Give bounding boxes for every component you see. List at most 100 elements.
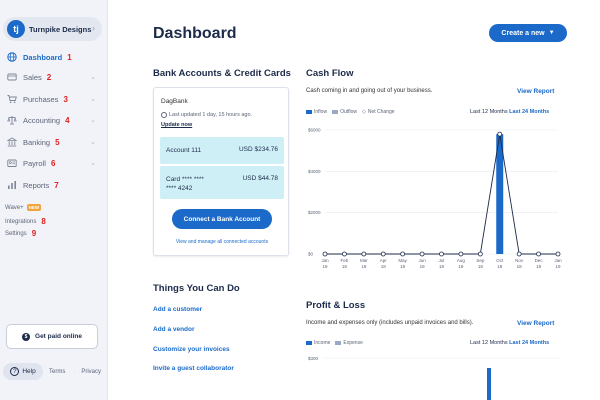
legend-inflow-label: Inflow [314, 109, 328, 115]
legend-income[interactable]: Income [306, 340, 330, 346]
add-vendor-link[interactable]: Add a vendor [153, 326, 195, 333]
account-name-line1: Card **** **** [166, 176, 204, 183]
y-tick-label: $6000 [308, 128, 321, 133]
x-tick-year: 18 [322, 264, 328, 269]
last-updated-text: Last updated 1 day, 15 hours ago. [169, 112, 253, 118]
net-change-point [419, 251, 425, 257]
x-tick-year: 19 [555, 264, 561, 269]
profit-title: Profit & Loss [306, 300, 366, 311]
legend-expense[interactable]: Expense [335, 340, 363, 346]
payroll-icon [6, 158, 17, 169]
x-tick-month: Aug [457, 258, 466, 263]
y-tick-label: $0 [308, 252, 314, 257]
sidebar-item-label: Banking [23, 137, 51, 147]
terms-link[interactable]: Terms [49, 369, 65, 375]
range-12-months[interactable]: Last 12 Months [470, 109, 508, 115]
cashflow-view-report-link[interactable]: View Report [517, 88, 554, 95]
sidebar-item-label: Accounting [23, 115, 61, 125]
account-name: Card **** **** **** 4242 [166, 175, 204, 193]
cashflow-chart: $0$2000$4000$6000Jan18Feb18Mar18Apr18May… [308, 128, 562, 270]
x-tick-month: Mar [360, 258, 368, 263]
sidebar-item-label: Sales [23, 72, 42, 82]
help-icon: ? [10, 367, 20, 376]
invite-collaborator-link[interactable]: Invite a guest collaborator [153, 365, 234, 372]
cart-icon [6, 94, 17, 105]
net-change-point [458, 251, 464, 257]
profit-description: Income and expenses only (includes unpai… [306, 320, 474, 326]
sidebar-item-banking[interactable]: Banking 5 ⌄ [6, 134, 102, 150]
net-change-point [361, 251, 367, 257]
sidebar-footer: ? Help Terms · Privacy [3, 363, 109, 380]
x-tick-year: 18 [517, 264, 523, 269]
chevron-down-icon: ⌄ [90, 117, 96, 124]
x-tick-year: 18 [458, 264, 464, 269]
sidebar-item-purchases[interactable]: Purchases 3 ⌄ [6, 91, 102, 107]
y-tick-label: $4000 [308, 169, 321, 174]
chevron-down-icon: ⌄ [90, 160, 96, 167]
settings-label: Settings [5, 230, 27, 237]
customize-invoices-link[interactable]: Customize your invoices [153, 346, 230, 353]
sidebar-item-payroll[interactable]: Payroll 6 ⌄ [6, 155, 102, 171]
account-row[interactable]: Card **** **** **** 4242 USD $44.78 [160, 166, 284, 199]
net-change-point [400, 251, 406, 257]
business-name: Turnpike Designs [29, 24, 92, 34]
step-marker: 3 [63, 94, 68, 104]
account-row[interactable]: Account 111 USD $234.76 [160, 137, 284, 164]
x-tick-month: Sep [476, 258, 485, 263]
net-change-point [342, 251, 347, 257]
view-manage-accounts-link[interactable]: View and manage all connected accounts [154, 239, 290, 245]
help-button[interactable]: ? Help [3, 363, 43, 380]
sidebar-link-settings[interactable]: Settings 9 [5, 229, 36, 238]
wave-plus-label: Wave+ [5, 204, 24, 211]
create-new-button[interactable]: Create a new ▼ [489, 24, 567, 42]
legend-inflow[interactable]: Inflow [306, 109, 327, 115]
get-paid-online-button[interactable]: $ Get paid online [6, 324, 98, 349]
last-updated: Last updated 1 day, 15 hours ago. [161, 112, 252, 118]
clock-icon [161, 112, 167, 118]
profit-legend: Income Expense [306, 340, 368, 346]
x-tick-year: 18 [400, 264, 406, 269]
net-change-point [322, 251, 328, 257]
sidebar-link-integrations[interactable]: Integrations 8 [5, 217, 46, 226]
sidebar-item-label: Purchases [23, 94, 59, 104]
range-24-months[interactable]: Last 24 Months [509, 340, 549, 346]
legend-net-change[interactable]: ◇ Net Change [362, 109, 395, 115]
step-marker: 2 [46, 72, 52, 82]
caret-down-icon: ▼ [548, 30, 555, 36]
legend-outflow[interactable]: Outflow [332, 109, 357, 115]
range-24-months[interactable]: Last 24 Months [509, 109, 549, 115]
sidebar-item-label: Payroll [23, 158, 46, 168]
range-12-months[interactable]: Last 12 Months [470, 340, 508, 346]
dollar-icon: $ [22, 332, 31, 341]
divider: · [73, 368, 76, 375]
x-tick-year: 18 [536, 264, 542, 269]
sidebar-link-wave-plus[interactable]: Wave+ NEW [5, 204, 42, 211]
account-balance: USD $234.76 [238, 146, 278, 153]
sidebar-item-dashboard[interactable]: Dashboard 1 [6, 49, 102, 65]
bank-section-title: Bank Accounts & Credit Cards [153, 68, 291, 79]
page-title: Dashboard [153, 25, 237, 42]
net-change-point [380, 251, 386, 257]
sidebar-item-accounting[interactable]: Accounting 4 ⌄ [6, 112, 102, 128]
sidebar-item-sales[interactable]: Sales 2 ⌄ [6, 69, 102, 85]
sidebar-item-reports[interactable]: Reports 7 [6, 177, 102, 193]
profit-view-report-link[interactable]: View Report [517, 320, 554, 327]
x-tick-month: Jan [554, 258, 562, 263]
chevron-down-icon: ⌄ [90, 96, 96, 103]
net-change-marker-icon: ◇ [362, 109, 366, 115]
x-tick-month: Jan [321, 258, 329, 263]
legend-outflow-label: Outflow [340, 109, 358, 115]
x-tick-month: Jun [418, 258, 426, 263]
sales-icon [6, 72, 17, 83]
bank-name: DagBank [161, 98, 188, 105]
legend-income-label: Income [314, 340, 331, 346]
connect-bank-button[interactable]: Connect a Bank Account [172, 209, 272, 229]
business-switcher[interactable]: tj Turnpike Designs › [3, 17, 102, 41]
sidebar: tj Turnpike Designs › Dashboard 1 Sales … [0, 0, 108, 400]
update-now-link[interactable]: Update now [161, 122, 192, 128]
privacy-link[interactable]: Privacy [81, 369, 101, 375]
net-change-point [497, 131, 503, 137]
cashflow-description: Cash coming in and going out of your bus… [306, 88, 433, 94]
add-customer-link[interactable]: Add a customer [153, 306, 202, 313]
legend-expense-label: Expense [343, 340, 363, 346]
